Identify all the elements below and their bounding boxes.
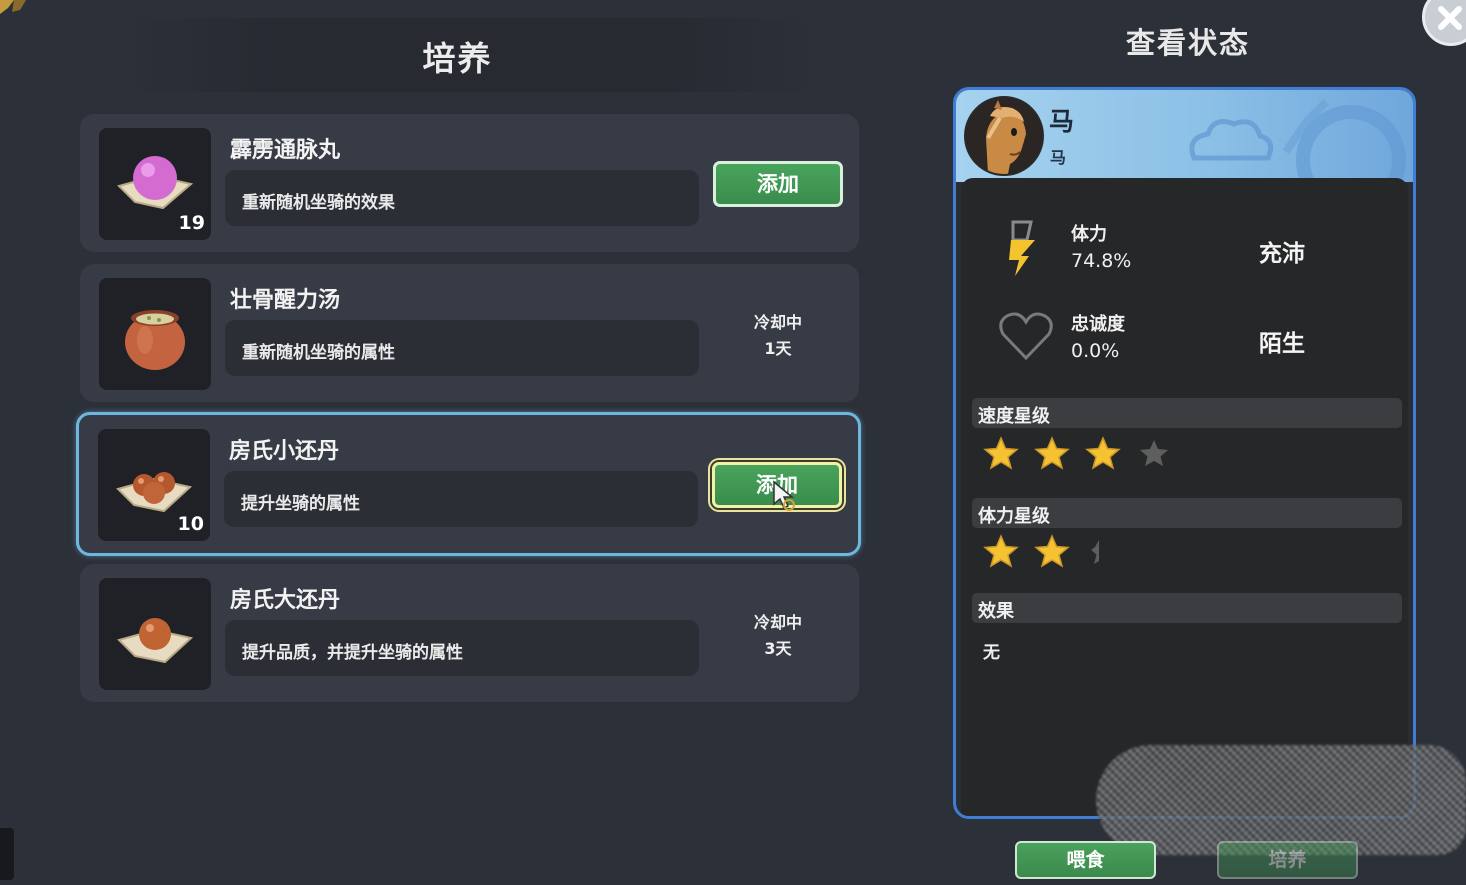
feed-button[interactable]: 喂食 — [1015, 841, 1156, 879]
cursor-icon — [773, 480, 795, 511]
stamina-label: 体力 — [1071, 224, 1107, 245]
item-desc-box: 重新随机坐骑的属性 — [225, 320, 699, 376]
add-button[interactable]: 添加 — [713, 161, 843, 207]
item-desc: 重新随机坐骑的效果 — [242, 193, 395, 213]
item-count: 10 — [177, 513, 204, 535]
cooldown-status: 冷却中 3天 — [730, 610, 826, 662]
star-icon — [1034, 436, 1070, 470]
star-icon — [1140, 440, 1168, 466]
item-name: 霹雳通脉丸 — [230, 138, 341, 163]
lightning-icon — [1009, 220, 1035, 276]
loyalty-label: 忠诚度 — [1071, 314, 1125, 335]
status-title: 查看状态 — [1125, 26, 1250, 60]
effect-value: 无 — [983, 643, 1000, 663]
speed-stars — [983, 436, 1187, 472]
item-icon-slot — [99, 578, 211, 690]
item-desc-box: 提升坐骑的属性 — [224, 471, 698, 527]
item-count: 19 — [178, 212, 205, 234]
corner-ornament-icon — [0, 0, 26, 14]
loyalty-value: 0.0% — [1071, 340, 1120, 362]
speed-stars-label: 速度星级 — [978, 406, 1050, 427]
train-button[interactable]: 培养 — [1217, 841, 1358, 879]
mount-type: 马 — [1050, 148, 1067, 167]
pill-icon — [117, 156, 194, 210]
cooldown-status: 冷却中 1天 — [730, 310, 826, 362]
loyalty-state: 陌生 — [1259, 331, 1305, 357]
obscured-overlay — [1096, 745, 1466, 855]
mount-header: 马 马 — [956, 90, 1413, 182]
cooldown-time: 3天 — [764, 639, 792, 658]
item-icon-slot: 10 — [98, 429, 210, 541]
horse-avatar — [964, 96, 1044, 176]
item-name: 房氏大还丹 — [230, 588, 341, 613]
close-button[interactable] — [1422, 0, 1466, 46]
item-card-selected[interactable]: 10 房氏小还丹 提升坐骑的属性 添加 — [76, 412, 861, 556]
status-panel: 马 马 体力 74.8% 充沛 忠诚度 0.0% 陌生 速度星级 体力星级 效果… — [953, 87, 1416, 819]
side-tab[interactable] — [0, 828, 14, 880]
item-desc: 提升坐骑的属性 — [241, 494, 360, 514]
game-screen: 培养 19 霹雳通脉丸 重新随机坐骑的效果 添加 壮骨醒力汤 重新随机坐骑的属性… — [0, 0, 1466, 885]
item-icon-slot: 19 — [99, 128, 211, 240]
item-name: 壮骨醒力汤 — [230, 288, 341, 313]
heart-icon — [999, 312, 1053, 361]
item-desc: 提升品质，并提升坐骑的属性 — [242, 643, 463, 663]
item-desc-box: 重新随机坐骑的效果 — [225, 170, 699, 226]
half-star-icon — [1091, 540, 1099, 564]
mount-name: 马 — [1049, 107, 1075, 136]
stamina-state: 充沛 — [1259, 241, 1305, 267]
stamina-stars-header: 体力星级 — [972, 498, 1402, 528]
stamina-stars — [983, 534, 1136, 570]
item-card[interactable]: 房氏大还丹 提升品质，并提升坐骑的属性 冷却中 3天 — [80, 564, 859, 702]
item-card[interactable]: 19 霹雳通脉丸 重新随机坐骑的效果 添加 — [80, 114, 859, 252]
item-icon-slot — [99, 278, 211, 390]
page-title: 培养 — [422, 39, 493, 78]
small-pills-icon — [116, 472, 193, 513]
star-icon — [1034, 534, 1070, 568]
cloud-icon — [1189, 99, 1406, 180]
stamina-stars-label: 体力星级 — [978, 506, 1050, 527]
item-desc-box: 提升品质，并提升坐骑的属性 — [225, 620, 699, 676]
speed-stars-header: 速度星级 — [972, 398, 1402, 428]
item-name: 房氏小还丹 — [229, 439, 340, 464]
effect-label: 效果 — [978, 601, 1014, 622]
cooldown-label: 冷却中 — [753, 613, 802, 632]
star-icon — [983, 436, 1019, 470]
effect-header: 效果 — [972, 593, 1402, 623]
status-body: 体力 74.8% 充沛 忠诚度 0.0% 陌生 速度星级 体力星级 效果 无 — [961, 178, 1408, 816]
cooldown-time: 1天 — [764, 339, 792, 358]
close-icon — [1438, 6, 1462, 30]
soup-pot-icon — [125, 310, 185, 370]
item-card[interactable]: 壮骨醒力汤 重新随机坐骑的属性 冷却中 1天 — [80, 264, 859, 402]
item-desc: 重新随机坐骑的属性 — [242, 343, 395, 363]
cooldown-label: 冷却中 — [753, 313, 802, 332]
stamina-value: 74.8% — [1071, 250, 1132, 272]
star-icon — [983, 534, 1019, 568]
big-pill-icon — [117, 618, 194, 664]
star-icon — [1085, 436, 1121, 470]
